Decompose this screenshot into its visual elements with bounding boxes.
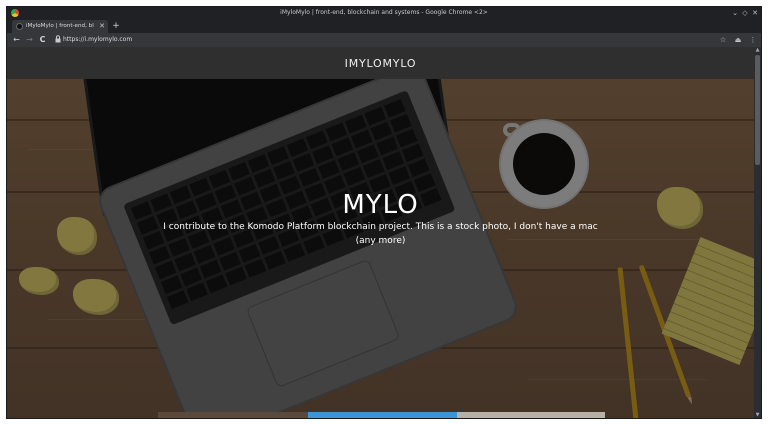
- page-viewport: IMYLOMYLO MYLO I contribute to the Komod…: [7, 47, 754, 418]
- window-title: iMyloMylo | front-end, blockchain and sy…: [280, 9, 488, 16]
- site-favicon-icon: [16, 23, 23, 30]
- project-thumbnail[interactable]: [457, 412, 605, 418]
- reload-button[interactable]: C: [37, 34, 48, 46]
- hero-title: MYLO: [342, 190, 419, 220]
- forward-button[interactable]: →: [24, 34, 35, 46]
- maximize-button[interactable]: ◇: [741, 8, 749, 18]
- title-bar: iMyloMylo | front-end, blockchain and sy…: [7, 7, 761, 19]
- close-window-button[interactable]: ✕: [751, 8, 759, 18]
- browser-window: iMyloMylo | front-end, blockchain and sy…: [7, 7, 761, 418]
- project-thumbnail[interactable]: [158, 412, 308, 418]
- site-brand-link[interactable]: IMYLOMYLO: [7, 47, 754, 81]
- tab-strip: iMyloMylo | front-end, bloc ✕ +: [7, 19, 761, 33]
- tab-close-icon[interactable]: ✕: [99, 20, 105, 33]
- scrollbar-thumb[interactable]: [755, 55, 760, 165]
- address-bar[interactable]: https://i.mylomylo.com: [63, 35, 663, 45]
- page-scrollbar[interactable]: ▲ ▼: [754, 47, 761, 418]
- chrome-menu-icon[interactable]: ⋮: [748, 34, 758, 46]
- hero-section: MYLO I contribute to the Komodo Platform…: [7, 79, 754, 418]
- scroll-up-icon[interactable]: ▲: [754, 47, 761, 53]
- project-thumbnail[interactable]: [308, 412, 457, 418]
- tab-label: iMyloMylo | front-end, bloc: [26, 23, 94, 29]
- scroll-down-icon[interactable]: ▼: [754, 412, 761, 418]
- bookmark-star-icon[interactable]: ☆: [718, 34, 728, 46]
- new-tab-button[interactable]: +: [111, 20, 121, 32]
- lock-icon: [54, 35, 62, 45]
- hero-description: I contribute to the Komodo Platform bloc…: [163, 222, 598, 246]
- extension-icon[interactable]: ⏏: [733, 34, 743, 46]
- back-button[interactable]: ←: [11, 34, 22, 46]
- minimize-button[interactable]: ⌄: [731, 8, 739, 18]
- project-thumbnails: [158, 412, 605, 418]
- site-header: IMYLOMYLO: [7, 47, 754, 79]
- browser-toolbar: ← → C https://i.mylomylo.com ☆ ⏏ ⋮: [7, 33, 761, 47]
- tab-imylomylo[interactable]: iMyloMylo | front-end, bloc ✕: [12, 20, 108, 33]
